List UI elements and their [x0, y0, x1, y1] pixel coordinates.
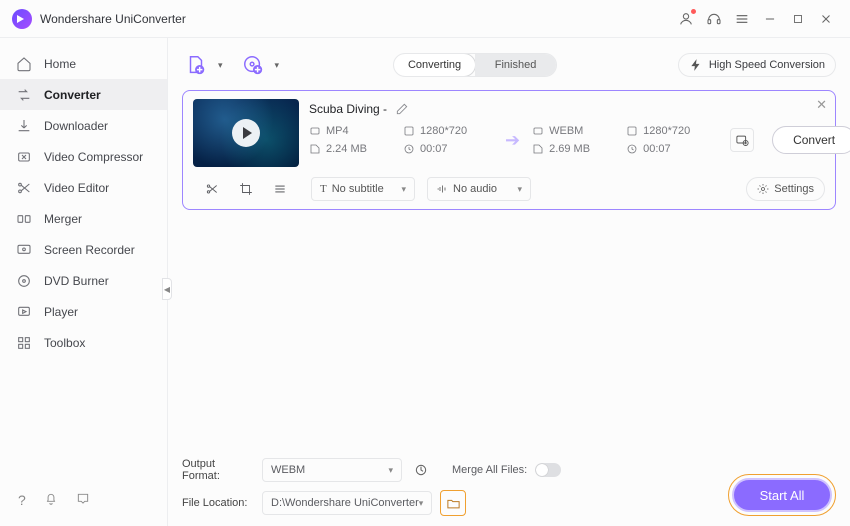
output-format-value: WEBM [271, 464, 305, 476]
item-settings-button[interactable]: Settings [746, 177, 825, 201]
conversion-item: ✕ Scuba Diving - [182, 90, 836, 210]
app-title: Wondershare UniConverter [40, 12, 186, 26]
src-format: MP4 [326, 125, 349, 137]
sidebar-item-dvd[interactable]: DVD Burner [0, 265, 167, 296]
player-icon [16, 304, 32, 320]
arrow-icon: ➔ [505, 130, 520, 151]
file-location-select[interactable]: D:\Wondershare UniConverter ▾ [262, 491, 432, 515]
crop-icon[interactable] [239, 182, 253, 196]
sidebar-label: DVD Burner [44, 274, 109, 288]
maximize-icon[interactable] [786, 7, 810, 31]
start-all-button[interactable]: Start All [732, 478, 832, 512]
close-icon[interactable] [814, 7, 838, 31]
remove-item-icon[interactable]: ✕ [816, 97, 827, 113]
sidebar-label: Home [44, 57, 76, 71]
converter-icon [16, 87, 32, 103]
disc-icon [16, 273, 32, 289]
audio-value: No audio [453, 183, 497, 195]
gpu-toggle-icon[interactable] [410, 459, 432, 481]
tab-finished[interactable]: Finished [475, 54, 556, 76]
add-disc-dropdown[interactable]: ▾ [275, 60, 280, 71]
edit-title-icon[interactable] [395, 102, 409, 116]
sidebar: Home Converter Downloader Video Compress… [0, 38, 168, 526]
sidebar-label: Converter [44, 88, 101, 102]
sidebar-label: Toolbox [44, 336, 85, 350]
file-location-value: D:\Wondershare UniConverter [271, 497, 419, 509]
chevron-down-icon: ▾ [388, 465, 393, 476]
add-file-dropdown[interactable]: ▾ [218, 60, 223, 71]
dst-dur: 00:07 [643, 143, 671, 155]
headset-icon[interactable] [702, 7, 726, 31]
scissors-icon [16, 180, 32, 196]
chevron-down-icon: ▾ [401, 184, 406, 195]
merge-label: Merge All Files: [452, 464, 527, 476]
sidebar-item-editor[interactable]: Video Editor [0, 172, 167, 203]
sidebar-label: Video Compressor [44, 150, 143, 164]
subtitle-icon: T [320, 183, 327, 195]
merge-toggle[interactable] [535, 463, 561, 477]
subtitle-select[interactable]: T No subtitle ▾ [311, 177, 415, 201]
sidebar-item-downloader[interactable]: Downloader [0, 110, 167, 141]
help-icon[interactable]: ? [18, 492, 26, 508]
src-size: 2.24 MB [326, 143, 367, 155]
sidebar-item-merger[interactable]: Merger [0, 203, 167, 234]
chevron-down-icon: ▾ [419, 498, 424, 509]
open-folder-icon[interactable] [442, 492, 464, 514]
dst-size: 2.69 MB [549, 143, 590, 155]
src-dur: 00:07 [420, 143, 448, 155]
sidebar-label: Merger [44, 212, 82, 226]
output-format-label: Output Format: [182, 458, 254, 482]
dst-res: 1280*720 [643, 125, 690, 137]
output-format-select[interactable]: WEBM ▾ [262, 458, 402, 482]
item-title: Scuba Diving - [309, 102, 387, 116]
sidebar-label: Video Editor [44, 181, 109, 195]
tab-segment: Converting Finished [393, 53, 557, 77]
merge-icon [16, 211, 32, 227]
minimize-icon[interactable] [758, 7, 782, 31]
sidebar-label: Player [44, 305, 78, 319]
sidebar-item-recorder[interactable]: Screen Recorder [0, 234, 167, 265]
add-file-button[interactable] [182, 51, 210, 79]
settings-label: Settings [774, 183, 814, 195]
tab-converting[interactable]: Converting [393, 53, 476, 77]
video-thumbnail[interactable] [193, 99, 299, 167]
menu-icon[interactable] [730, 7, 754, 31]
more-icon[interactable] [273, 182, 287, 196]
high-speed-toggle[interactable]: High Speed Conversion [678, 53, 836, 77]
convert-button[interactable]: Convert [772, 126, 850, 154]
sidebar-item-home[interactable]: Home [0, 48, 167, 79]
audio-icon [436, 183, 448, 195]
add-disc-button[interactable] [239, 51, 267, 79]
output-settings-icon[interactable] [730, 128, 754, 152]
sidebar-item-toolbox[interactable]: Toolbox [0, 327, 167, 358]
subtitle-value: No subtitle [332, 183, 384, 195]
toolbox-icon [16, 335, 32, 351]
play-icon [232, 119, 260, 147]
trim-icon[interactable] [205, 182, 219, 196]
file-location-label: File Location: [182, 497, 254, 509]
feedback-icon[interactable] [76, 492, 90, 508]
account-icon[interactable] [674, 7, 698, 31]
chevron-down-icon: ▾ [517, 184, 522, 195]
dst-format: WEBM [549, 125, 583, 137]
recorder-icon [16, 242, 32, 258]
high-speed-label: High Speed Conversion [709, 59, 825, 71]
bell-icon[interactable] [44, 492, 58, 508]
src-res: 1280*720 [420, 125, 467, 137]
sidebar-label: Downloader [44, 119, 108, 133]
app-logo [12, 9, 32, 29]
download-icon [16, 118, 32, 134]
sidebar-label: Screen Recorder [44, 243, 135, 257]
sidebar-item-compressor[interactable]: Video Compressor [0, 141, 167, 172]
compress-icon [16, 149, 32, 165]
sidebar-item-converter[interactable]: Converter [0, 79, 167, 110]
sidebar-item-player[interactable]: Player [0, 296, 167, 327]
home-icon [16, 56, 32, 72]
audio-select[interactable]: No audio ▾ [427, 177, 531, 201]
